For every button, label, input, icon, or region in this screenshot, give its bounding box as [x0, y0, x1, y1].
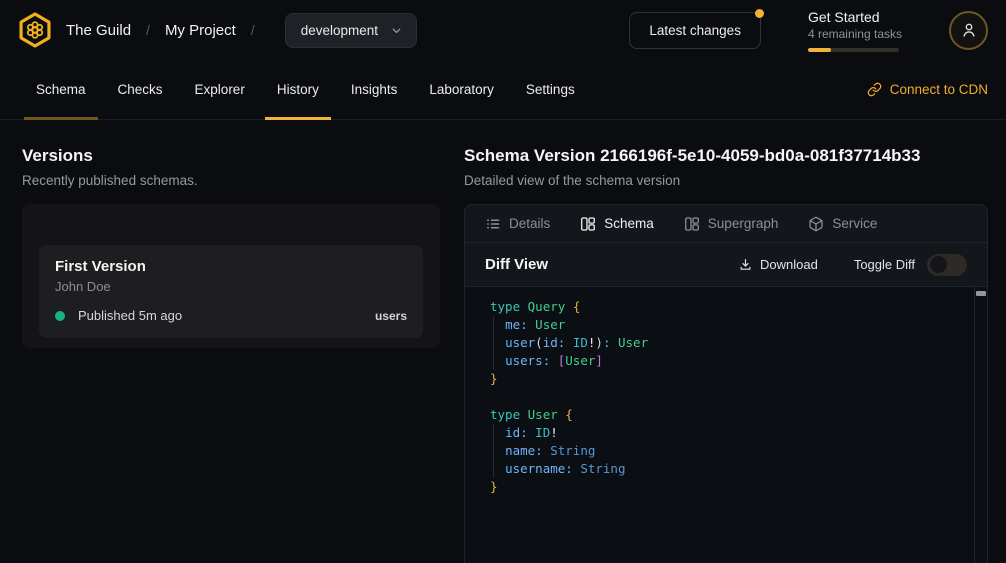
columns-icon	[684, 216, 700, 232]
tab-service-label: Service	[832, 216, 877, 231]
nav-tabs: Schema Checks Explorer History Insights …	[24, 60, 587, 119]
latest-changes-button[interactable]: Latest changes	[629, 12, 761, 49]
get-started-progress-bar	[808, 48, 899, 52]
main-nav: Schema Checks Explorer History Insights …	[0, 60, 1006, 120]
download-button[interactable]: Download	[738, 257, 818, 272]
schema-code-viewer: type Query { me: User user(id: ID!): Use…	[465, 287, 987, 563]
link-icon	[867, 82, 882, 97]
schema-sdl-code: type Query { me: User user(id: ID!): Use…	[490, 298, 961, 496]
code-line: }	[490, 478, 961, 496]
version-item-meta: Published 5m ago users	[55, 308, 407, 323]
published-status-dot	[55, 311, 65, 321]
download-icon	[738, 257, 753, 272]
tab-service[interactable]: Service	[808, 216, 877, 232]
code-scrollbar-thumb[interactable]	[976, 291, 986, 296]
tab-details-label: Details	[509, 216, 550, 231]
header-right: Latest changes Get Started 4 remaining t…	[629, 9, 988, 52]
code-line: user(id: ID!): User	[490, 334, 961, 352]
tab-schema[interactable]: Schema	[580, 216, 654, 232]
toggle-diff-group: Toggle Diff	[854, 254, 967, 276]
code-line: id: ID!	[490, 424, 961, 442]
code-scrollbar[interactable]	[974, 287, 987, 563]
nav-tab-history[interactable]: History	[265, 60, 331, 119]
version-item-author: John Doe	[55, 279, 407, 294]
columns-icon	[580, 216, 596, 232]
hexagon-honeycomb-icon	[16, 11, 54, 49]
schema-version-subtitle: Detailed view of the schema version	[464, 173, 988, 188]
versions-card: First Version John Doe Published 5m ago …	[22, 204, 440, 348]
diff-actions: Download Toggle Diff	[738, 254, 967, 276]
nav-tab-explorer[interactable]: Explorer	[183, 60, 257, 119]
chevron-down-icon	[390, 24, 403, 37]
connect-to-cdn-link[interactable]: Connect to CDN	[867, 60, 988, 119]
guild-logo[interactable]	[16, 11, 54, 49]
versions-title: Versions	[22, 146, 440, 166]
target-selector-value: development	[301, 23, 378, 38]
breadcrumb-org[interactable]: The Guild	[66, 22, 131, 39]
toggle-diff-switch[interactable]	[927, 254, 967, 276]
nav-tab-checks[interactable]: Checks	[106, 60, 175, 119]
breadcrumb-project[interactable]: My Project	[165, 22, 236, 39]
version-item-status: Published 5m ago	[78, 308, 182, 323]
main-content: Versions Recently published schemas. Fir…	[0, 120, 1006, 563]
code-line: }	[490, 370, 961, 388]
code-line: name: String	[490, 442, 961, 460]
user-avatar[interactable]	[949, 11, 988, 50]
target-selector[interactable]: development	[285, 13, 417, 48]
toggle-knob	[930, 256, 947, 273]
version-list-item[interactable]: First Version John Doe Published 5m ago …	[39, 245, 423, 338]
get-started-widget[interactable]: Get Started 4 remaining tasks	[808, 9, 902, 52]
version-detail-column: Schema Version 2166196f-5e10-4059-bd0a-0…	[464, 146, 988, 563]
code-line: type Query {	[490, 298, 961, 316]
person-icon	[960, 21, 978, 39]
cube-icon	[808, 216, 824, 232]
nav-tab-laboratory[interactable]: Laboratory	[417, 60, 506, 119]
tab-supergraph[interactable]: Supergraph	[684, 216, 779, 232]
tab-schema-label: Schema	[604, 216, 654, 231]
download-label: Download	[760, 257, 818, 272]
diff-view-header: Diff View Download Toggle Diff	[465, 243, 987, 287]
connect-to-cdn-label: Connect to CDN	[890, 82, 988, 97]
latest-changes-label: Latest changes	[649, 23, 741, 38]
breadcrumb-separator: /	[146, 22, 150, 38]
code-line: username: String	[490, 460, 961, 478]
schema-version-title: Schema Version 2166196f-5e10-4059-bd0a-0…	[464, 146, 988, 166]
code-line: type User {	[490, 406, 961, 424]
get-started-title: Get Started	[808, 9, 902, 25]
nav-tab-insights[interactable]: Insights	[339, 60, 410, 119]
diff-view-title: Diff View	[485, 256, 548, 273]
tab-details[interactable]: Details	[485, 216, 550, 232]
list-icon	[485, 216, 501, 232]
code-line	[490, 388, 961, 406]
versions-column: Versions Recently published schemas. Fir…	[22, 146, 440, 563]
toggle-diff-label: Toggle Diff	[854, 257, 915, 272]
code-line: me: User	[490, 316, 961, 334]
app-header: The Guild / My Project / development Lat…	[0, 0, 1006, 60]
nav-tab-settings[interactable]: Settings	[514, 60, 587, 119]
version-detail-panel: Details Schema	[464, 204, 988, 563]
code-line: users: [User]	[490, 352, 961, 370]
breadcrumb-separator: /	[251, 22, 255, 38]
version-item-service-badge: users	[375, 309, 407, 323]
nav-tab-schema[interactable]: Schema	[24, 60, 98, 119]
detail-tabs: Details Schema	[465, 205, 987, 243]
version-item-title: First Version	[55, 258, 407, 275]
tab-supergraph-label: Supergraph	[708, 216, 779, 231]
get-started-progress-fill	[808, 48, 831, 52]
notification-dot	[755, 9, 764, 18]
versions-subtitle: Recently published schemas.	[22, 173, 440, 188]
get-started-subtitle: 4 remaining tasks	[808, 27, 902, 41]
